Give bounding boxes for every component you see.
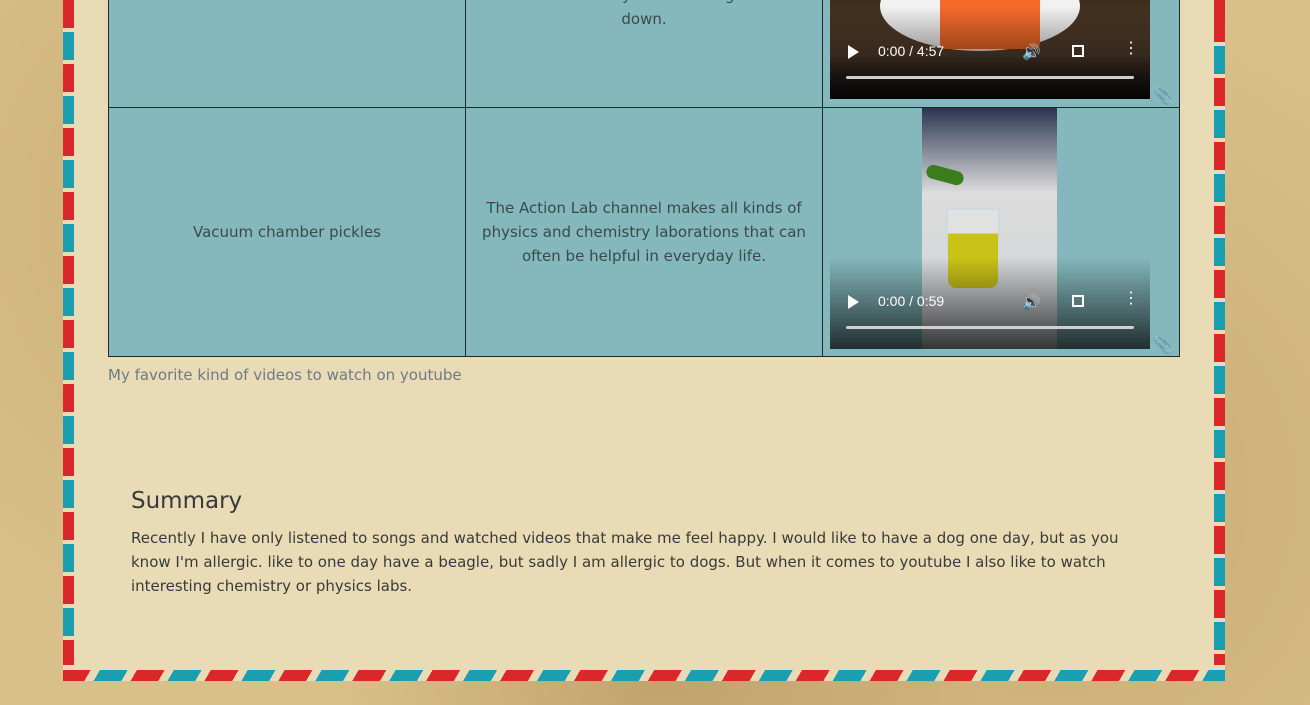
paperclip-icon: 📎 — [1153, 86, 1173, 105]
table-caption: My favorite kind of videos to watch on y… — [108, 366, 462, 384]
video-time: 0:00 / 0:59 — [878, 293, 945, 309]
more-options-icon[interactable]: ⋮ — [1123, 41, 1139, 57]
topic-cell: Vacuum chamber pickles — [108, 107, 466, 357]
summary-paragraph: Recently I have only listened to songs a… — [131, 529, 1119, 595]
airmail-border-left — [63, 0, 74, 665]
video-player[interactable]: 0:00 / 0:59 🔊 ⋮ — [830, 108, 1150, 349]
video-controls: 0:00 / 4:57 🔊 ⋮ — [830, 7, 1150, 99]
table-row: to look at when you are feeling a little… — [108, 0, 1180, 108]
more-options-icon[interactable]: ⋮ — [1123, 291, 1139, 307]
volume-icon[interactable]: 🔊 — [1022, 293, 1041, 311]
video-cell: 0:00 / 4:57 🔊 ⋮ 📎 — [822, 0, 1180, 108]
volume-icon[interactable]: 🔊 — [1022, 43, 1041, 61]
topic-text: Vacuum chamber pickles — [192, 223, 381, 241]
controls-row: 0:00 / 4:57 🔊 ⋮ — [830, 41, 1150, 63]
fullscreen-icon[interactable] — [1072, 295, 1084, 307]
summary-heading: Summary — [131, 488, 243, 514]
description-cell: to look at when you are feeling a little… — [465, 0, 823, 108]
video-time: 0:00 / 4:57 — [878, 43, 945, 59]
video-player[interactable]: 0:00 / 4:57 🔊 ⋮ — [830, 0, 1150, 99]
pickle-graphic — [924, 163, 966, 187]
progress-bar[interactable] — [846, 326, 1134, 329]
controls-row: 0:00 / 0:59 🔊 ⋮ — [830, 291, 1150, 313]
video-controls: 0:00 / 0:59 🔊 ⋮ — [830, 257, 1150, 349]
airmail-border-bottom — [63, 670, 1225, 681]
description-cell: The Action Lab channel makes all kinds o… — [465, 107, 823, 357]
description-text: to look at when you are feeling a little… — [501, 0, 787, 28]
description-text: The Action Lab channel makes all kinds o… — [482, 199, 806, 265]
play-icon[interactable] — [848, 45, 859, 59]
play-icon[interactable] — [848, 295, 859, 309]
paperclip-icon: 📎 — [1153, 335, 1173, 354]
progress-bar[interactable] — [846, 76, 1134, 79]
fullscreen-icon[interactable] — [1072, 45, 1084, 57]
table-row: Vacuum chamber pickles The Action Lab ch… — [108, 107, 1180, 357]
video-cell: 0:00 / 0:59 🔊 ⋮ 📎 — [822, 107, 1180, 357]
airmail-border-right — [1214, 0, 1225, 665]
topic-cell — [108, 0, 466, 108]
videos-table: to look at when you are feeling a little… — [108, 0, 1180, 357]
